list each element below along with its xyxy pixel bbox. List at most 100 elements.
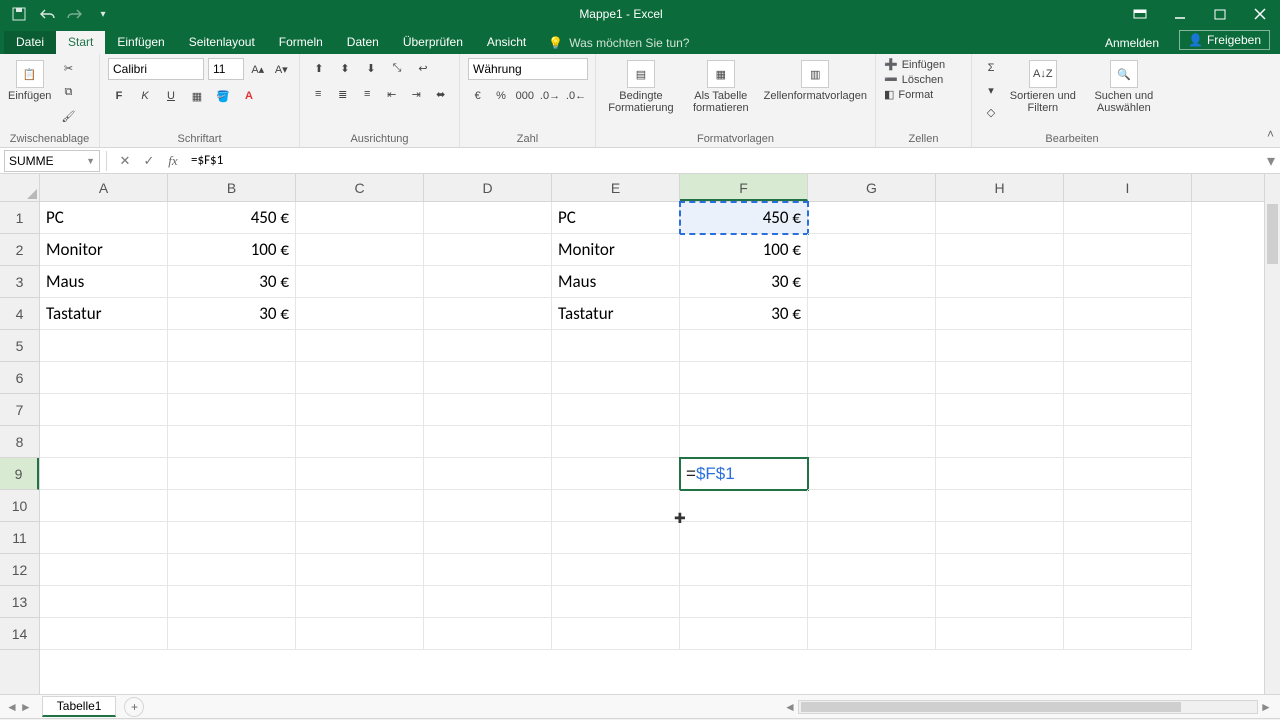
align-middle-icon[interactable]: ⬍ — [334, 58, 356, 78]
cell[interactable] — [296, 202, 424, 234]
font-name-combo[interactable] — [108, 58, 204, 80]
cell[interactable]: Maus — [552, 266, 680, 298]
formula-input[interactable] — [185, 150, 1262, 172]
align-left-icon[interactable]: ≡ — [308, 84, 329, 104]
signin-link[interactable]: Anmelden — [1095, 32, 1169, 54]
align-bottom-icon[interactable]: ⬇ — [360, 58, 382, 78]
cell[interactable] — [168, 618, 296, 650]
cell[interactable] — [168, 458, 296, 490]
column-header[interactable]: A — [40, 174, 168, 201]
insert-function-icon[interactable]: fx — [161, 150, 185, 172]
row-header[interactable]: 7 — [0, 394, 39, 426]
italic-icon[interactable]: K — [134, 86, 156, 106]
cell[interactable] — [552, 330, 680, 362]
undo-icon[interactable] — [36, 4, 58, 24]
cell[interactable]: Maus — [40, 266, 168, 298]
cell[interactable] — [936, 394, 1064, 426]
cell[interactable]: 30 € — [680, 298, 808, 330]
cell[interactable] — [936, 586, 1064, 618]
cell[interactable] — [168, 394, 296, 426]
cells-area[interactable]: PC450 €PC450 €Monitor100 €Monitor100 €Ma… — [40, 202, 1264, 694]
cell[interactable]: PC — [552, 202, 680, 234]
cell[interactable] — [936, 362, 1064, 394]
percent-format-icon[interactable]: % — [491, 86, 510, 106]
tab-pagelayout[interactable]: Seitenlayout — [177, 31, 267, 54]
row-header[interactable]: 11 — [0, 522, 39, 554]
sheet-nav-next-icon[interactable]: ► — [20, 700, 32, 714]
cell[interactable] — [1064, 234, 1192, 266]
cell[interactable]: Tastatur — [552, 298, 680, 330]
cell[interactable] — [1064, 330, 1192, 362]
cell[interactable] — [424, 394, 552, 426]
cell[interactable]: Tastatur — [40, 298, 168, 330]
comma-format-icon[interactable]: 000 — [515, 86, 535, 106]
tab-data[interactable]: Daten — [335, 31, 391, 54]
cell-styles-button[interactable]: ▥ Zellenformatvorlagen — [764, 58, 867, 102]
cell[interactable] — [552, 586, 680, 618]
decrease-indent-icon[interactable]: ⇤ — [382, 84, 403, 104]
cell[interactable] — [40, 426, 168, 458]
cell[interactable] — [168, 330, 296, 362]
cancel-formula-icon[interactable]: ✕ — [113, 150, 137, 172]
name-box[interactable]: SUMME ▼ — [4, 150, 100, 172]
cell[interactable] — [808, 202, 936, 234]
border-icon[interactable]: ▦ — [186, 86, 208, 106]
cell[interactable] — [936, 234, 1064, 266]
cell[interactable]: 450 € — [680, 202, 808, 234]
cell[interactable] — [40, 490, 168, 522]
column-header[interactable]: G — [808, 174, 936, 201]
autosum-icon[interactable]: Σ — [980, 58, 1002, 78]
cell[interactable] — [1064, 394, 1192, 426]
share-button[interactable]: 👤Freigeben — [1169, 26, 1280, 54]
cell[interactable] — [936, 426, 1064, 458]
format-painter-icon[interactable]: 🖌 — [57, 106, 79, 126]
paste-button[interactable]: 📋 Einfügen — [8, 58, 51, 102]
find-select-button[interactable]: 🔍 Suchen und Auswählen — [1084, 58, 1164, 114]
cell[interactable] — [296, 362, 424, 394]
conditional-formatting-button[interactable]: ▤ Bedingte Formatierung — [604, 58, 678, 114]
cell[interactable] — [1064, 522, 1192, 554]
cell[interactable] — [296, 330, 424, 362]
cell[interactable] — [424, 202, 552, 234]
cell[interactable] — [296, 458, 424, 490]
cell[interactable] — [40, 458, 168, 490]
cell[interactable]: 100 € — [168, 234, 296, 266]
hscroll-thumb[interactable] — [801, 702, 1181, 712]
cell[interactable] — [424, 554, 552, 586]
cell[interactable] — [680, 554, 808, 586]
hscroll-left-icon[interactable]: ◄ — [782, 700, 798, 714]
horizontal-scrollbar[interactable] — [798, 700, 1258, 714]
underline-icon[interactable]: U — [160, 86, 182, 106]
increase-indent-icon[interactable]: ⇥ — [406, 84, 427, 104]
cell[interactable] — [808, 234, 936, 266]
tab-review[interactable]: Überprüfen — [391, 31, 475, 54]
column-header[interactable]: I — [1064, 174, 1192, 201]
cell[interactable]: 30 € — [168, 266, 296, 298]
collapse-ribbon-icon[interactable]: ˄ — [1267, 127, 1274, 141]
cell[interactable]: 100 € — [680, 234, 808, 266]
row-header[interactable]: 14 — [0, 618, 39, 650]
close-icon[interactable] — [1240, 0, 1280, 28]
cell[interactable] — [424, 490, 552, 522]
format-cells-button[interactable]: ◧ Format — [884, 88, 963, 101]
cell[interactable] — [424, 458, 552, 490]
cell[interactable] — [296, 554, 424, 586]
row-header[interactable]: 8 — [0, 426, 39, 458]
cell[interactable] — [552, 426, 680, 458]
cell[interactable] — [936, 266, 1064, 298]
cell[interactable] — [808, 426, 936, 458]
cell[interactable] — [680, 586, 808, 618]
cell[interactable] — [680, 426, 808, 458]
tab-formulas[interactable]: Formeln — [267, 31, 335, 54]
column-header[interactable]: B — [168, 174, 296, 201]
cell[interactable] — [808, 618, 936, 650]
row-header[interactable]: 6 — [0, 362, 39, 394]
cell[interactable] — [680, 394, 808, 426]
cell[interactable] — [424, 618, 552, 650]
grow-font-icon[interactable]: A▴ — [248, 59, 268, 79]
cell[interactable] — [40, 586, 168, 618]
insert-cells-button[interactable]: ➕ Einfügen — [884, 58, 963, 71]
cell[interactable] — [936, 458, 1064, 490]
cell[interactable] — [808, 586, 936, 618]
cell[interactable] — [168, 426, 296, 458]
